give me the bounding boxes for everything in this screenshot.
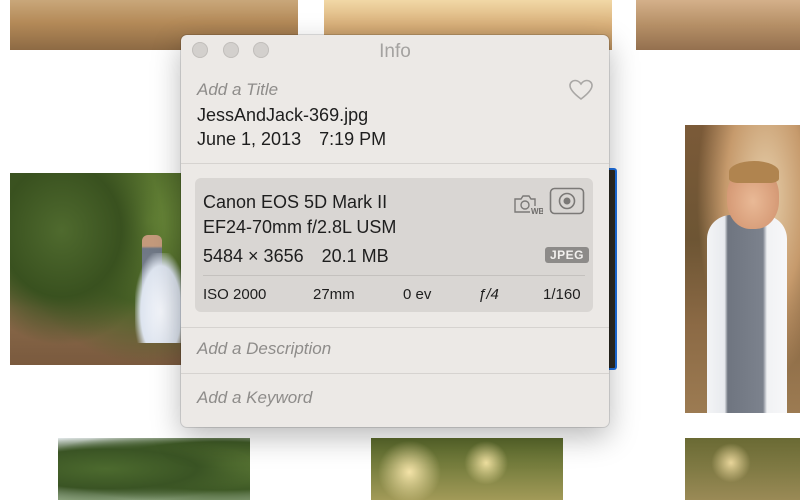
pixel-dimensions: 5484 × 3656 [203,246,304,266]
shutter-speed-value: 1/160 [543,286,581,303]
metadata-section: Add a Title JessAndJack-369.jpg June 1, … [181,35,609,164]
capture-time: 7:19 PM [319,129,387,149]
photo-thumbnail[interactable] [10,173,182,365]
metering-mode-icon [549,187,585,215]
camera-wb-icon: WB [514,195,543,216]
keyword-field[interactable]: Add a Keyword [197,388,312,408]
image-dimensions: 5484 × 3656 20.1 MB [203,246,389,267]
photo-figure [707,215,787,413]
exposure-row: ISO 2000 27mm 0 ev ƒ/4 1/160 [195,286,593,306]
aperture-value: ƒ/4 [478,286,499,303]
filename: JessAndJack-369.jpg [197,105,369,125]
exif-card: Canon EOS 5D Mark II EF24-70mm f/2.8L US… [195,178,593,312]
photo-figure [729,161,779,183]
file-size: 20.1 MB [321,246,389,266]
description-field[interactable]: Add a Description [197,339,331,359]
format-badge: JPEG [545,247,590,263]
photo-thumbnail[interactable] [685,438,800,500]
wb-label: WB [531,207,543,216]
camera-model: Canon EOS 5D Mark II [203,192,388,212]
lens-model: EF24-70mm f/2.8L USM [203,217,397,237]
info-panel: Info Add a Title JessAndJack-369.jpg Jun… [181,35,609,427]
title-field[interactable]: Add a Title [197,80,278,100]
exposure-bias-value: 0 ev [403,286,432,303]
divider [203,275,585,276]
photo-thumbnail[interactable] [371,438,563,500]
capture-date: June 1, 2013 [197,129,302,149]
photo-thumbnail[interactable] [58,438,250,500]
heart-icon[interactable] [569,79,593,101]
iso-value: ISO 2000 [203,286,267,303]
photo-figure [135,253,182,343]
capture-datetime: June 1, 2013 7:19 PM [197,129,386,150]
photo-thumbnail[interactable] [636,0,800,50]
photo-thumbnail[interactable] [685,125,800,413]
description-section: Add a Description [181,327,609,374]
focal-length-value: 27mm [313,286,355,303]
